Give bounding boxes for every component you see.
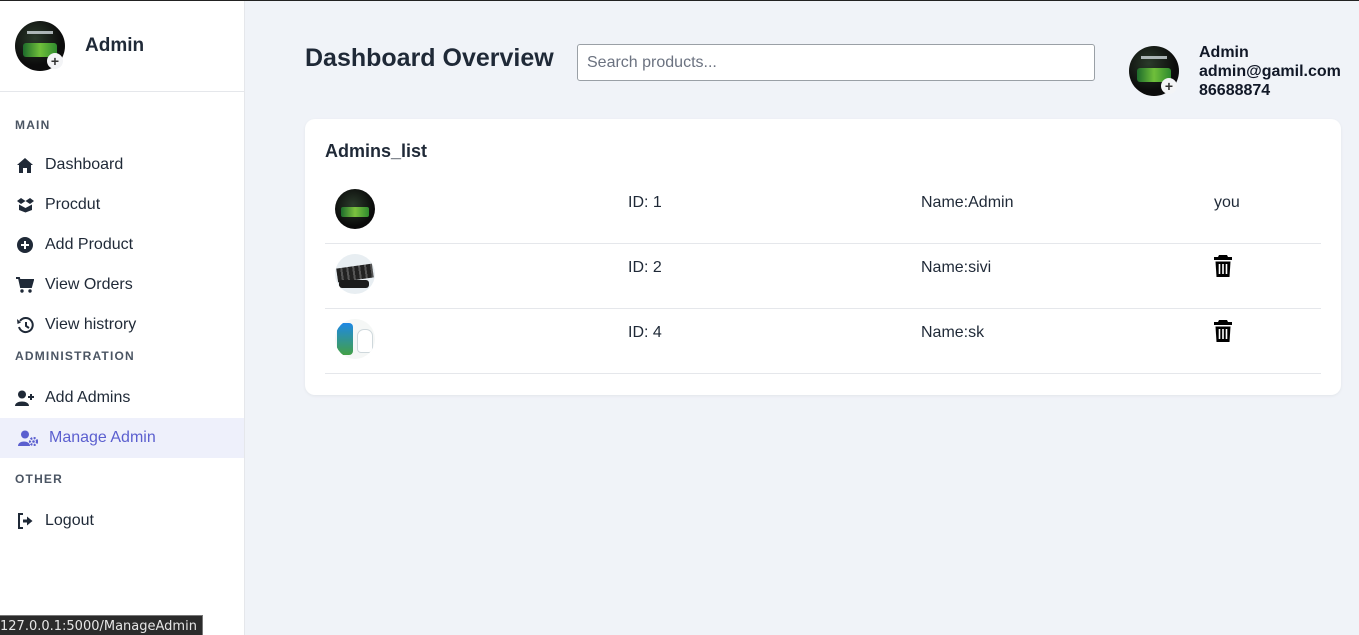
sidebar-item-label: Logout bbox=[45, 512, 94, 529]
profile-name: Admin bbox=[1199, 44, 1249, 61]
sidebar-item-label: View Orders bbox=[45, 276, 133, 293]
table-row: ID: 4 Name:sk bbox=[325, 309, 1321, 374]
admin-avatar-image bbox=[335, 319, 375, 359]
avatar[interactable]: + bbox=[15, 21, 65, 71]
admin-id: ID: 2 bbox=[628, 259, 662, 276]
admin-id: ID: 4 bbox=[628, 324, 662, 341]
admins-table: ID: 1 Name:Admin you ID: 2 Name:sivi ID:… bbox=[325, 179, 1321, 374]
sidebar: + Admin MAIN Dashboard Procdut Add Produ… bbox=[0, 1, 245, 635]
sidebar-item-label: Add Admins bbox=[45, 389, 131, 406]
section-label-other: OTHER bbox=[15, 472, 63, 486]
table-row: ID: 2 Name:sivi bbox=[325, 244, 1321, 309]
status-bar-url: 127.0.0.1:5000/ManageAdmin bbox=[0, 615, 203, 635]
add-photo-icon[interactable]: + bbox=[47, 53, 63, 69]
admin-name: Name:sk bbox=[921, 324, 985, 341]
sidebar-item-label: Procdut bbox=[45, 196, 101, 213]
admin-name: Name:Admin bbox=[921, 194, 1014, 211]
sidebar-item-add-admins[interactable]: Add Admins bbox=[0, 378, 244, 418]
sidebar-item-manage-admin[interactable]: Manage Admin bbox=[0, 418, 244, 458]
add-photo-icon[interactable]: + bbox=[1161, 78, 1177, 94]
sidebar-header: + Admin bbox=[0, 1, 244, 92]
sidebar-item-view-history[interactable]: View histrory bbox=[0, 305, 244, 345]
home-icon bbox=[15, 155, 35, 175]
plus-circle-icon bbox=[15, 235, 35, 255]
sidebar-item-logout[interactable]: Logout bbox=[0, 501, 244, 541]
table-row: ID: 1 Name:Admin you bbox=[325, 179, 1321, 244]
profile-email: admin@gamil.com bbox=[1199, 63, 1341, 80]
admins-list-card: Admins_list ID: 1 Name:Admin you ID: 2 N… bbox=[305, 119, 1341, 395]
admin-name: Name:sivi bbox=[921, 259, 992, 276]
user-plus-icon bbox=[15, 388, 35, 408]
card-title: Admins_list bbox=[325, 141, 428, 161]
user-gear-icon bbox=[18, 428, 38, 448]
box-open-icon bbox=[15, 195, 35, 215]
sidebar-item-product[interactable]: Procdut bbox=[0, 185, 244, 225]
sidebar-title: Admin bbox=[85, 35, 145, 56]
sidebar-item-label: Manage Admin bbox=[49, 429, 156, 446]
search-input[interactable] bbox=[577, 44, 1095, 81]
profile-info: Admin admin@gamil.com 86688874 bbox=[1199, 43, 1341, 100]
history-icon bbox=[15, 315, 35, 335]
section-label-main: MAIN bbox=[15, 118, 51, 132]
section-label-administration: ADMINISTRATION bbox=[15, 349, 135, 363]
sidebar-item-label: Add Product bbox=[45, 236, 134, 253]
cart-icon bbox=[15, 275, 35, 295]
you-label: you bbox=[1214, 194, 1240, 211]
admin-id: ID: 1 bbox=[628, 194, 662, 211]
admin-avatar-image bbox=[335, 254, 375, 294]
profile-avatar[interactable]: + bbox=[1129, 46, 1179, 96]
sidebar-item-view-orders[interactable]: View Orders bbox=[0, 265, 244, 305]
profile-phone: 86688874 bbox=[1199, 82, 1271, 99]
admin-avatar-image bbox=[335, 189, 375, 229]
trash-icon[interactable] bbox=[1213, 254, 1233, 278]
trash-icon[interactable] bbox=[1213, 319, 1233, 343]
sidebar-item-add-product[interactable]: Add Product bbox=[0, 225, 244, 265]
sidebar-item-label: View histrory bbox=[45, 316, 137, 333]
page-title: Dashboard Overview bbox=[305, 44, 554, 72]
sidebar-item-label: Dashboard bbox=[45, 156, 124, 173]
logout-icon bbox=[15, 511, 35, 531]
sidebar-item-dashboard[interactable]: Dashboard bbox=[0, 145, 244, 185]
